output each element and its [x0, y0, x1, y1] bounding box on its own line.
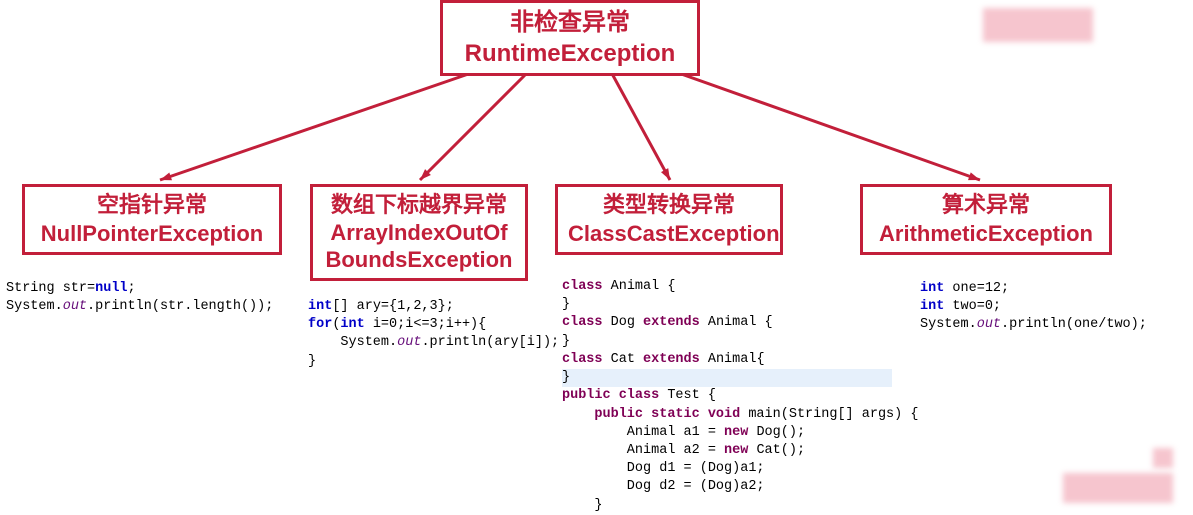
child-title-en: ClassCastException [568, 220, 770, 249]
child-title-cn: 算术异常 [873, 191, 1099, 220]
child-node-cce: 类型转换异常 ClassCastException [555, 184, 783, 255]
watermark-blur [983, 8, 1093, 42]
watermark-blur [1063, 473, 1173, 503]
child-title-en: ArrayIndexOutOf BoundsException [323, 219, 515, 274]
child-node-ae: 算术异常 ArithmeticException [860, 184, 1112, 255]
child-title-cn: 数组下标越界异常 [323, 191, 515, 219]
code-sample-npe: String str=null; System.out.println(str.… [6, 280, 273, 316]
child-title-cn: 空指针异常 [35, 191, 269, 220]
root-title-cn: 非检查异常 [453, 7, 687, 38]
child-node-npe: 空指针异常 NullPointerException [22, 184, 282, 255]
child-node-aioobe: 数组下标越界异常 ArrayIndexOutOf BoundsException [310, 184, 528, 281]
code-sample-cce: class Animal { } class Dog extends Anima… [562, 278, 918, 515]
child-title-en: NullPointerException [35, 220, 269, 249]
root-title-en: RuntimeException [453, 38, 687, 69]
code-sample-ae: int one=12; int two=0; System.out.printl… [920, 280, 1147, 335]
watermark-blur [1153, 448, 1173, 468]
child-title-cn: 类型转换异常 [568, 191, 770, 220]
root-node: 非检查异常 RuntimeException [440, 0, 700, 76]
child-title-en: ArithmeticException [873, 220, 1099, 249]
code-sample-aioobe: int[] ary={1,2,3}; for(int i=0;i<=3;i++)… [308, 298, 559, 371]
